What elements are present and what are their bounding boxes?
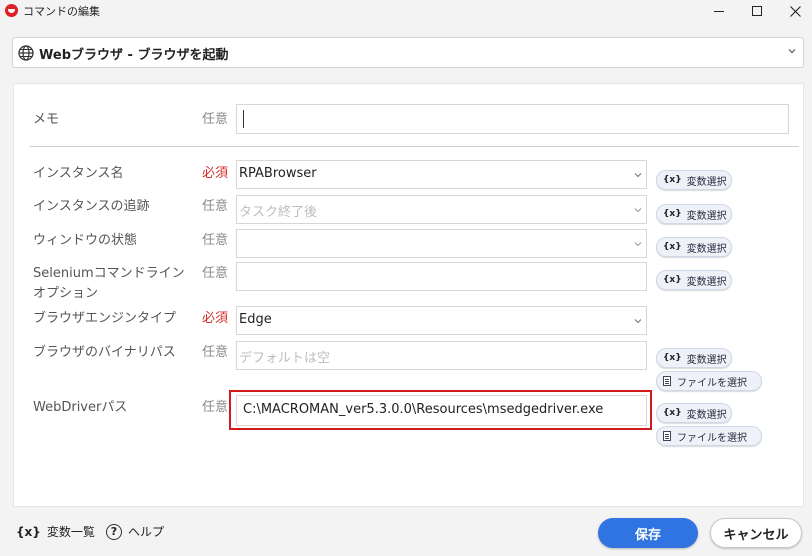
minimize-button[interactable]: [700, 0, 738, 22]
chevron-down-icon: [634, 319, 642, 324]
variable-icon: {x}: [663, 209, 682, 219]
selenium-options-var-button[interactable]: {x} 変数選択: [656, 270, 732, 290]
engine-type-value: Edge: [239, 312, 272, 327]
var-button-label: 変数選択: [686, 354, 727, 366]
instance-name-value: RPABrowser: [239, 166, 317, 181]
instance-name-select[interactable]: RPABrowser: [236, 160, 647, 189]
variable-icon: {x}: [16, 524, 41, 539]
window-state-label: ウィンドウの状態: [33, 233, 138, 248]
chevron-down-icon: [634, 173, 642, 178]
minimize-icon: [714, 10, 724, 12]
close-icon: [789, 5, 801, 17]
variable-icon: {x}: [663, 408, 682, 418]
form-panel: メモ 任意 インスタンス名 必須 RPABrowser {x} 変数選択 インス…: [13, 83, 804, 507]
file-button-label: ファイルを選択: [677, 377, 747, 389]
variable-icon: {x}: [663, 275, 682, 285]
binary-path-file-button[interactable]: ファイルを選択: [656, 371, 762, 391]
file-icon: [663, 431, 671, 441]
binary-path-req: 任意: [202, 345, 229, 360]
engine-type-select[interactable]: Edge: [236, 306, 647, 335]
help-button[interactable]: ? ヘルプ: [106, 523, 164, 540]
webdriver-path-var-button[interactable]: {x} 変数選択: [656, 403, 732, 423]
instance-tracking-req: 任意: [202, 199, 229, 214]
variable-icon: {x}: [663, 242, 682, 252]
close-button[interactable]: [776, 0, 812, 22]
file-button-label: ファイルを選択: [677, 432, 747, 444]
instance-name-var-button[interactable]: {x} 変数選択: [656, 170, 732, 190]
selenium-options-req: 任意: [202, 266, 229, 281]
engine-type-req: 必須: [202, 311, 229, 326]
binary-path-placeholder: デフォルトは空: [239, 351, 331, 366]
engine-type-label: ブラウザエンジンタイプ: [33, 311, 177, 326]
webdriver-path-label: WebDriverパス: [33, 400, 128, 415]
help-icon: ?: [106, 523, 122, 540]
memo-req: 任意: [202, 112, 229, 127]
window-state-select[interactable]: [236, 229, 647, 258]
file-icon: [663, 376, 671, 386]
variable-icon: {x}: [663, 175, 682, 185]
webdriver-path-file-button[interactable]: ファイルを選択: [656, 426, 762, 446]
chevron-down-icon: [634, 208, 642, 213]
window-title: コマンドの編集: [23, 5, 100, 18]
var-button-label: 変数選択: [686, 176, 727, 188]
maximize-icon: [752, 6, 762, 16]
save-button[interactable]: 保存: [598, 518, 698, 548]
window-state-req: 任意: [202, 233, 229, 248]
selenium-options-label-line2: オプション: [33, 286, 99, 301]
var-button-label: 変数選択: [686, 409, 727, 421]
selenium-options-label-line1: Seleniumコマンドライン: [33, 266, 185, 281]
instance-name-label: インスタンス名: [33, 166, 124, 181]
variable-list-button[interactable]: {x} 変数一覧: [16, 523, 95, 540]
command-select[interactable]: Webブラウザ - ブラウザを起動: [12, 37, 804, 68]
chevron-down-icon: [634, 242, 642, 247]
variable-list-label: 変数一覧: [46, 525, 95, 539]
text-cursor: [243, 110, 244, 128]
app-logo-icon: [5, 4, 18, 17]
instance-tracking-label: インスタンスの追跡: [33, 199, 150, 214]
annotation-highlight: [229, 390, 652, 430]
command-label: Webブラウザ - ブラウザを起動: [39, 48, 229, 63]
instance-tracking-placeholder: タスク終了後: [239, 205, 318, 220]
divider: [30, 146, 799, 147]
memo-input[interactable]: [236, 104, 789, 134]
binary-path-input[interactable]: デフォルトは空: [236, 341, 647, 370]
var-button-label: 変数選択: [686, 243, 727, 255]
binary-path-label: ブラウザのバイナリパス: [33, 345, 176, 360]
selenium-options-input[interactable]: [236, 262, 647, 291]
instance-tracking-var-button[interactable]: {x} 変数選択: [656, 204, 732, 224]
window-state-var-button[interactable]: {x} 変数選択: [656, 237, 732, 257]
binary-path-var-button[interactable]: {x} 変数選択: [656, 348, 732, 368]
webdriver-path-req: 任意: [202, 400, 229, 415]
instance-name-req: 必須: [202, 166, 229, 181]
cancel-button[interactable]: キャンセル: [710, 518, 802, 548]
title-bar: コマンドの編集: [0, 0, 812, 22]
globe-icon: [18, 45, 34, 61]
help-label: ヘルプ: [128, 525, 165, 539]
maximize-button[interactable]: [738, 0, 776, 22]
variable-icon: {x}: [663, 353, 682, 363]
instance-tracking-select[interactable]: タスク終了後: [236, 195, 647, 224]
var-button-label: 変数選択: [686, 210, 727, 222]
chevron-down-icon: [788, 49, 796, 54]
var-button-label: 変数選択: [686, 276, 727, 288]
memo-label: メモ: [33, 112, 60, 127]
